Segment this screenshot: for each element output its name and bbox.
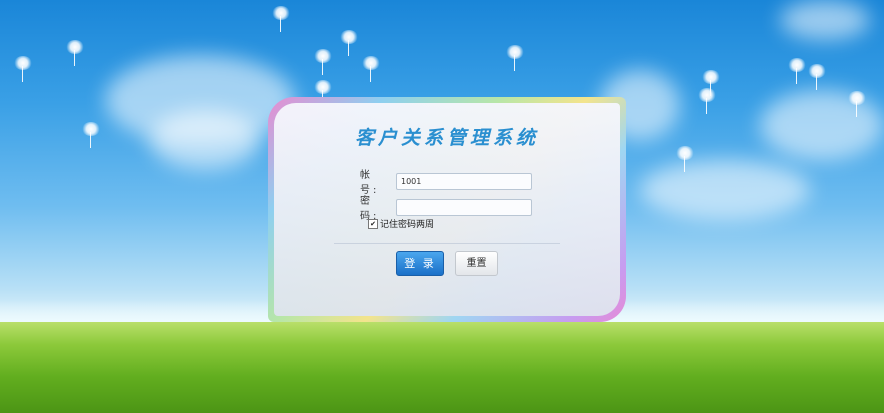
remember-row: ✔ 记住密码两周: [368, 217, 434, 230]
page-title: 客户关系管理系统: [354, 127, 539, 149]
divider: [334, 243, 560, 244]
login-panel: 客户关系管理系统 帐 号: 密 码: ✔ 记住密码两周 登 录 重置: [274, 103, 620, 316]
dandelion-icon: [846, 91, 868, 119]
dandelion-icon: [270, 6, 292, 34]
account-input[interactable]: [396, 172, 532, 190]
dandelion-icon: [80, 122, 102, 150]
remember-checkbox[interactable]: ✔: [368, 218, 378, 229]
dandelion-icon: [64, 40, 86, 68]
dandelion-icon: [360, 56, 382, 84]
remember-label: 记住密码两周: [380, 220, 435, 230]
grass-field: [0, 322, 884, 413]
cloud: [150, 110, 260, 170]
cloud: [780, 0, 870, 40]
dandelion-icon: [12, 56, 34, 84]
password-input[interactable]: [396, 198, 532, 216]
reset-button[interactable]: 重置: [455, 251, 498, 276]
cloud: [640, 160, 810, 220]
dandelion-icon: [806, 64, 828, 92]
dandelion-icon: [696, 88, 718, 116]
dandelion-icon: [312, 49, 334, 77]
dandelion-icon: [504, 45, 526, 73]
dandelion-icon: [338, 30, 360, 58]
dandelion-icon: [674, 146, 696, 174]
login-button[interactable]: 登 录: [396, 251, 444, 276]
dandelion-icon: [786, 58, 808, 86]
login-panel-frame: 客户关系管理系统 帐 号: 密 码: ✔ 记住密码两周 登 录 重置: [268, 97, 626, 322]
